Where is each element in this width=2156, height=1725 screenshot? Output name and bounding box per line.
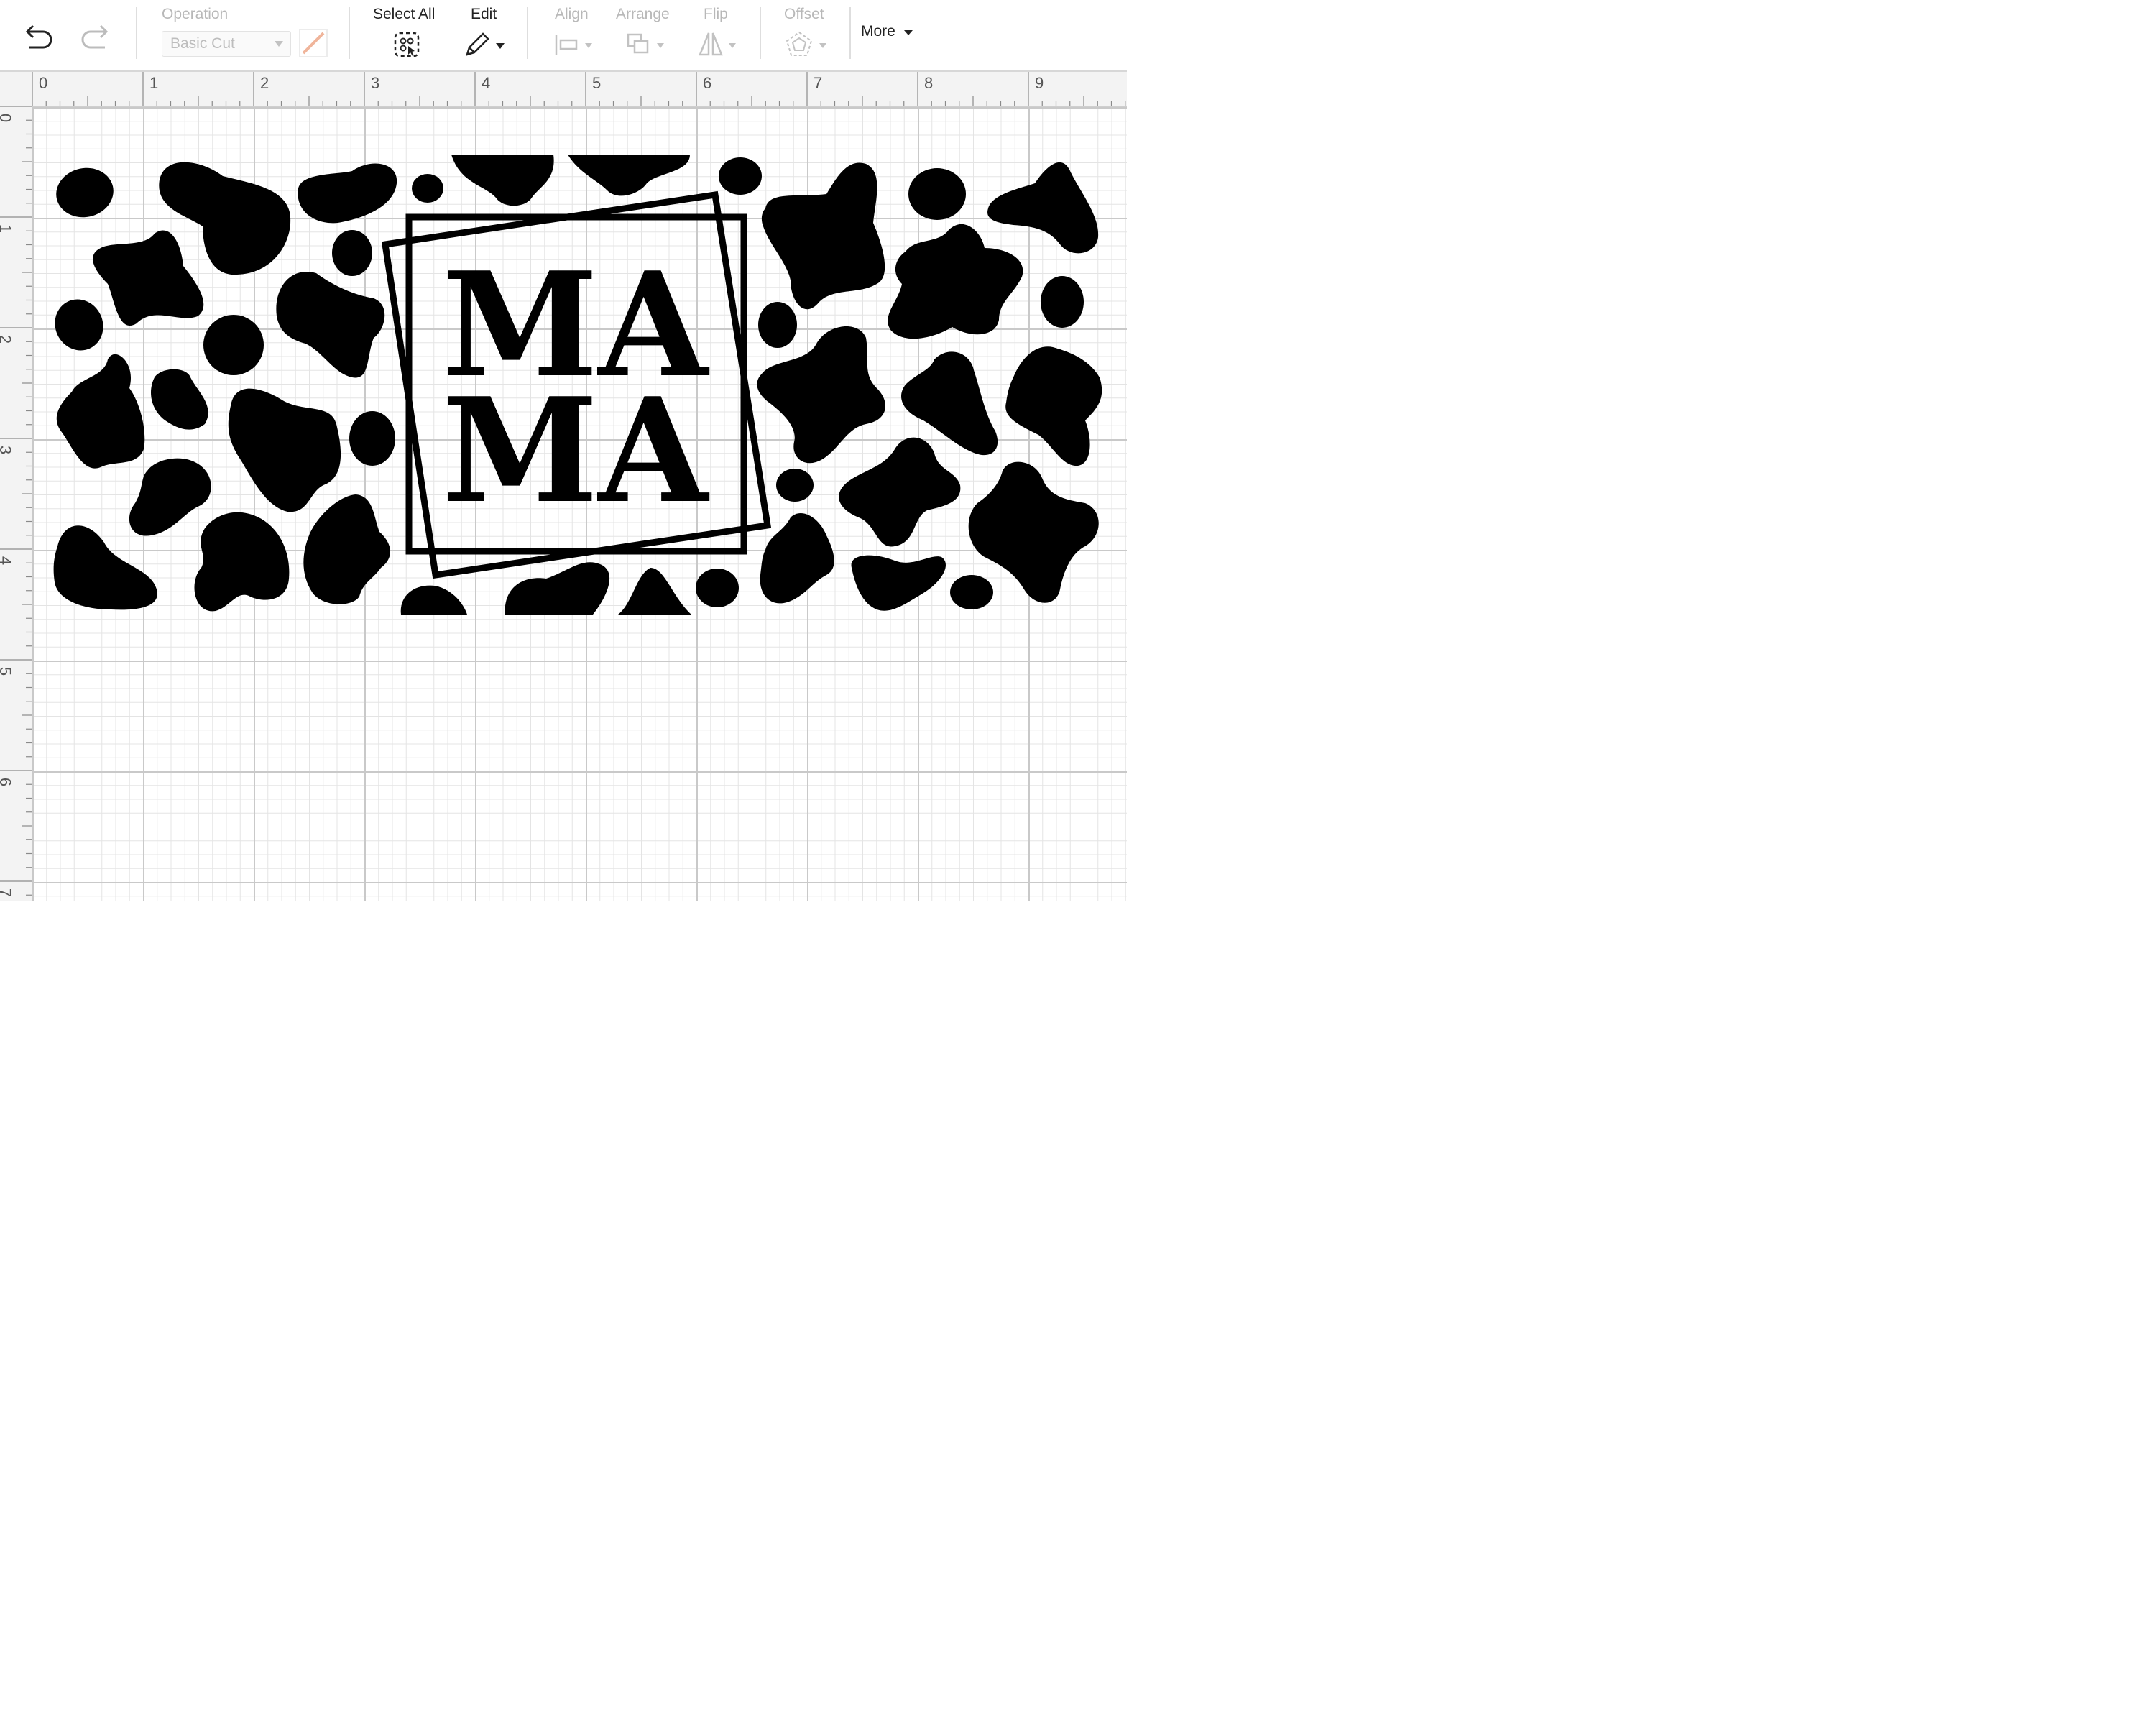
toolbar-separator (136, 7, 137, 59)
toolbar-separator (760, 7, 761, 59)
toolbar-separator (849, 7, 851, 59)
arrange-label: Arrange (616, 6, 670, 22)
offset-icon (786, 31, 826, 56)
pencil-icon (466, 32, 505, 56)
redo-button[interactable] (79, 22, 112, 50)
ruler-horizontal-ticks (32, 72, 1126, 106)
ruler-number: 3 (0, 446, 14, 454)
ruler-number: 2 (260, 74, 270, 92)
toolbar-separator (349, 7, 350, 59)
pen-line-icon (299, 29, 328, 58)
ruler-number: 4 (482, 74, 491, 92)
select-all-icon (394, 32, 420, 58)
ruler-number: 6 (0, 778, 14, 786)
design-text-line2[interactable]: MA (442, 367, 710, 535)
align-label: Align (555, 6, 589, 22)
ruler-number: 0 (39, 74, 48, 92)
ruler-number: 5 (0, 667, 14, 676)
operation-label: Operation (162, 6, 229, 22)
flip-label: Flip (704, 6, 728, 22)
offset-label: Offset (784, 6, 824, 22)
select-all-button[interactable] (392, 30, 421, 59)
operation-value: Basic Cut (170, 35, 235, 52)
ruler-vertical: 0 1 2 3 4 5 6 7 (0, 106, 32, 901)
ruler-number: 0 (0, 114, 14, 122)
ruler-number: 1 (149, 74, 159, 92)
toolbar-separator (527, 7, 528, 59)
ruler-number: 1 (0, 224, 14, 233)
operation-select[interactable]: Basic Cut (162, 31, 291, 57)
ruler-number: 3 (371, 74, 380, 92)
flip-icon (699, 32, 736, 56)
undo-button[interactable] (22, 22, 55, 50)
chevron-down-icon (904, 30, 913, 35)
align-left-icon (555, 34, 592, 55)
undo-icon (25, 24, 52, 49)
more-button[interactable]: More (861, 23, 895, 40)
design-canvas[interactable]: MA MA (32, 107, 1127, 901)
ruler-number: 7 (814, 74, 823, 92)
arrange-icon (627, 33, 664, 54)
ruler-number: 7 (0, 888, 14, 897)
linetype-color-swatch[interactable] (299, 29, 328, 58)
chevron-down-icon (275, 41, 283, 47)
ruler-horizontal: 0 1 2 3 4 5 6 7 8 9 (0, 72, 1127, 107)
ruler-number: 2 (0, 335, 14, 344)
flip-button[interactable] (697, 30, 740, 58)
redo-icon (81, 24, 109, 49)
toolbar: Operation Basic Cut Select All Edit Alig… (0, 0, 1127, 72)
arrange-button[interactable] (625, 32, 668, 58)
ruler-number: 5 (592, 74, 602, 92)
edit-button[interactable] (463, 30, 507, 59)
ruler-number: 4 (0, 556, 14, 565)
offset-button[interactable] (785, 30, 831, 59)
design-artwork[interactable]: MA MA (32, 107, 1127, 901)
ruler-number: 6 (703, 74, 712, 92)
ruler-number: 9 (1035, 74, 1044, 92)
edit-label: Edit (471, 6, 497, 22)
select-all-label: Select All (373, 6, 436, 22)
ruler-number: 8 (924, 74, 934, 92)
align-button[interactable] (553, 32, 596, 58)
